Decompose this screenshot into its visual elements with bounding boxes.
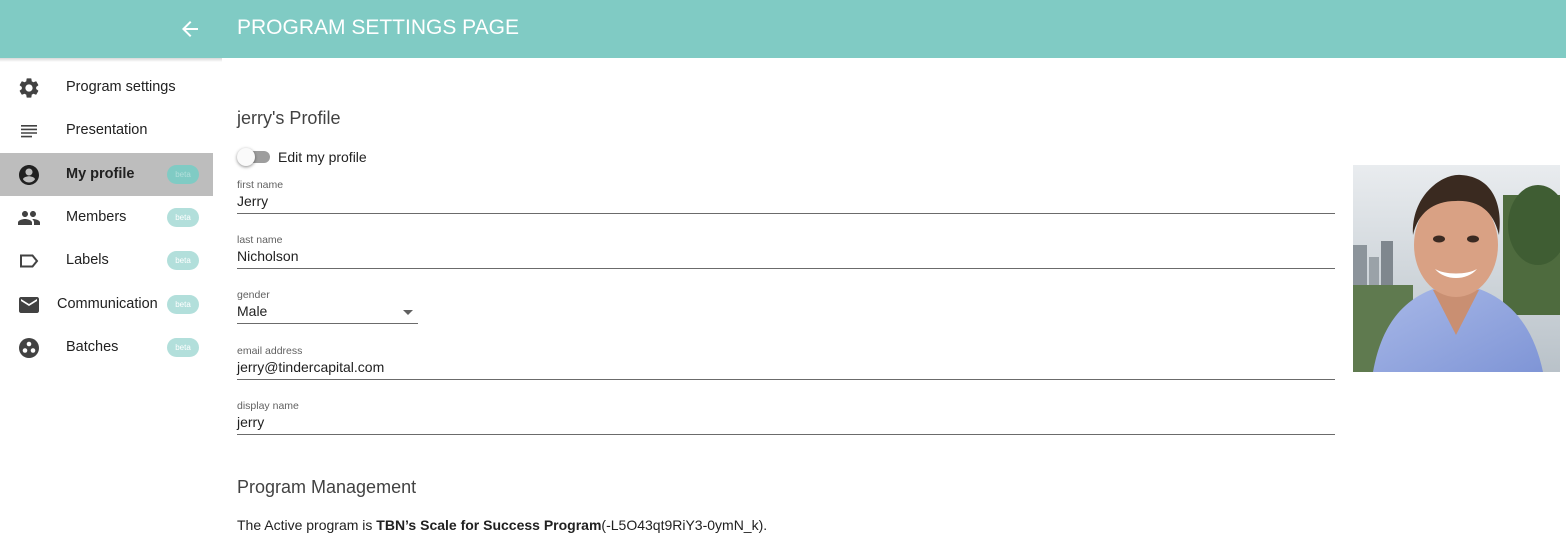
toggle-thumb [237,148,255,166]
sidebar-item-program-settings[interactable]: Program settings [0,66,213,109]
program-management-title: Program Management [237,477,417,497]
gender-select[interactable]: gender Male [237,289,418,329]
active-program-name: TBN’s Scale for Success Program [376,517,602,533]
email-field[interactable]: email address jerry@tindercapital.com [237,345,1335,385]
sidebar-item-label: Batches [66,339,119,355]
sidebar-item-communication[interactable]: Communication beta [0,283,213,326]
edit-profile-label: Edit my profile [278,149,367,165]
sidebar-item-label: Labels [66,252,109,268]
profile-photo [1353,165,1560,372]
field-underline [237,213,1335,214]
page-title: PROGRAM SETTINGS PAGE [237,16,519,39]
group-circle-icon [19,338,39,358]
sidebar-item-members[interactable]: Members beta [0,196,213,239]
sidebar-shadow [0,58,222,62]
sidebar-item-label: My profile [66,166,135,182]
profile-photo-graphic [1353,165,1560,372]
last-name-label: last name [237,234,283,246]
arrow-left-icon[interactable] [178,17,202,41]
active-program-id: (-L5O43qt9RiY3-0ymN_k). [601,517,768,533]
field-underline [237,323,418,324]
display-name-field[interactable]: display name jerry [237,400,1335,440]
first-name-field[interactable]: first name Jerry [237,179,1335,219]
last-name-field[interactable]: last name Nicholson [237,234,1335,274]
gender-value: Male [237,303,268,319]
sidebar-item-presentation[interactable]: Presentation [0,109,213,152]
sidebar: Program settings Presentation My profile… [0,58,222,556]
notes-lines-icon [21,125,37,138]
active-program-prefix: The Active program is [237,517,377,533]
beta-badge: beta [167,208,199,227]
people-icon [18,211,40,225]
beta-badge: beta [167,251,199,270]
gender-label: gender [237,289,270,301]
first-name-value: Jerry [237,193,269,209]
edit-profile-toggle[interactable] [237,148,271,166]
sidebar-item-label: Communication [57,296,158,312]
gear-icon [19,78,39,98]
first-name-label: first name [237,179,284,191]
account-circle-icon [19,165,39,185]
profile-title: jerry's Profile [237,108,341,128]
display-name-value: jerry [237,414,265,430]
email-value: jerry@tindercapital.com [237,359,385,375]
sidebar-item-label: Members [66,209,127,225]
email-label: email address [237,345,303,357]
field-underline [237,268,1335,269]
display-name-label: display name [237,400,299,412]
sidebar-item-batches[interactable]: Batches beta [0,326,213,369]
top-app-bar: PROGRAM SETTINGS PAGE [0,0,1566,58]
mail-icon [19,297,39,313]
active-program-text: The Active program is TBN’s Scale for Su… [237,517,767,533]
label-tag-icon [20,254,39,268]
field-underline [237,379,1335,380]
sidebar-item-label: Presentation [66,122,148,138]
chevron-down-icon[interactable] [403,310,413,315]
beta-badge: beta [167,295,199,314]
sidebar-item-my-profile[interactable]: My profile beta [0,153,213,196]
beta-badge: beta [167,165,199,184]
sidebar-item-labels[interactable]: Labels beta [0,239,213,282]
beta-badge: beta [167,338,199,357]
sidebar-item-label: Program settings [66,79,176,95]
last-name-value: Nicholson [237,248,299,264]
field-underline [237,434,1335,435]
